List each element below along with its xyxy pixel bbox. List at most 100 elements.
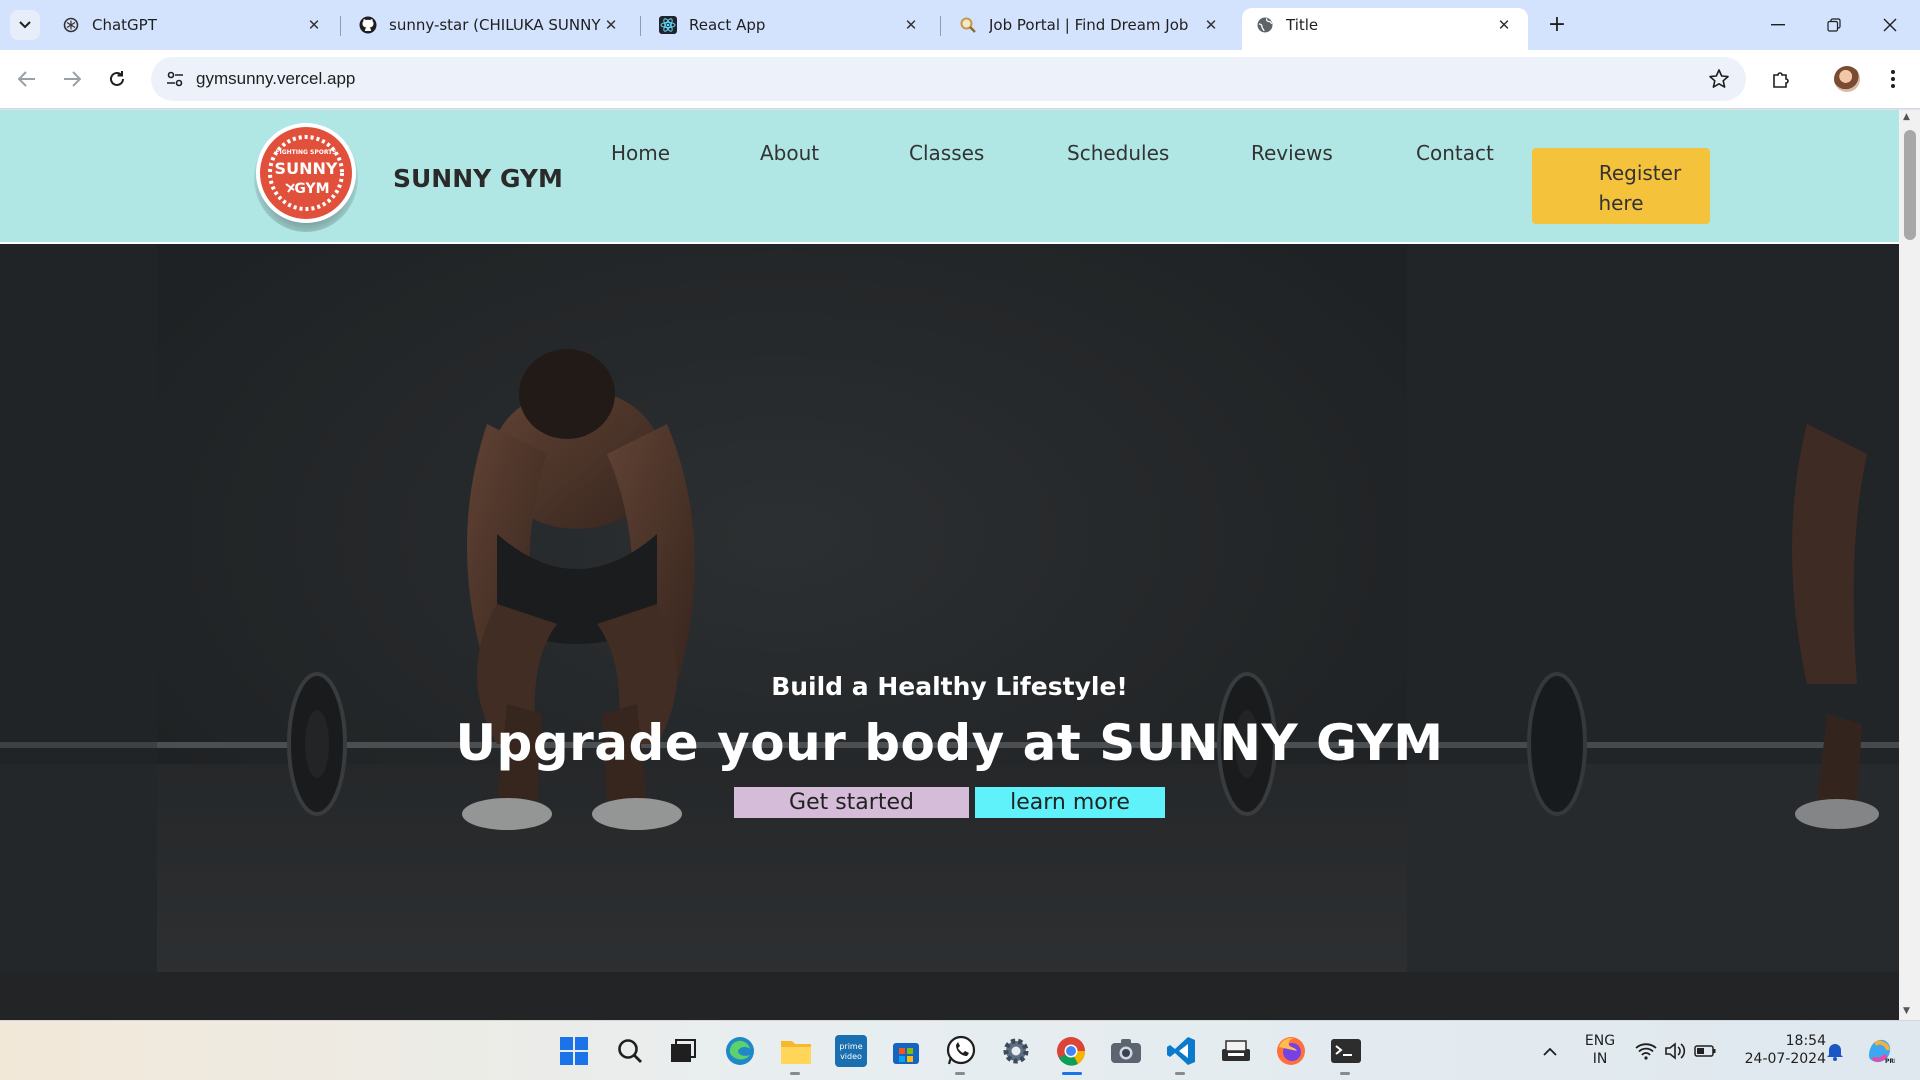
- volume-status[interactable]: [1661, 1033, 1689, 1069]
- taskbar-vscode[interactable]: [1163, 1033, 1199, 1069]
- language-code: ENG: [1584, 1033, 1616, 1049]
- page-scrollbar[interactable]: ▲ ▼: [1899, 110, 1920, 1020]
- hero-title: Upgrade your body at SUNNY GYM: [455, 714, 1444, 772]
- hero-background-image-repeat: [1407, 244, 1899, 972]
- globe-icon: [1256, 16, 1274, 34]
- search-icon: [959, 16, 977, 34]
- taskbar-file-explorer[interactable]: [778, 1033, 814, 1069]
- tab-label: ChatGPT: [92, 16, 157, 34]
- learn-more-button[interactable]: learn more: [975, 787, 1165, 818]
- region-code: IN: [1592, 1051, 1608, 1067]
- taskbar-terminal[interactable]: [1328, 1033, 1364, 1069]
- language-indicator[interactable]: ENG IN: [1576, 1032, 1624, 1068]
- back-button[interactable]: [10, 62, 44, 96]
- nav-classes[interactable]: Classes: [909, 141, 984, 165]
- avatar: [1834, 66, 1860, 92]
- profile-button[interactable]: [1830, 62, 1864, 96]
- network-status[interactable]: [1632, 1033, 1660, 1069]
- nav-schedules[interactable]: Schedules: [1067, 141, 1169, 165]
- drive-app-icon: [1222, 1040, 1250, 1061]
- extensions-button[interactable]: [1764, 62, 1798, 96]
- bell-icon: [1827, 1044, 1843, 1061]
- taskbar-search[interactable]: [612, 1033, 648, 1069]
- address-bar[interactable]: gymsunny.vercel.app: [151, 57, 1746, 101]
- tab-label: React App: [689, 16, 766, 34]
- browser-toolbar: gymsunny.vercel.app: [0, 50, 1920, 109]
- windows-icon: [560, 1037, 588, 1065]
- restore-icon: [1827, 18, 1841, 32]
- taskbar-camera[interactable]: [1108, 1033, 1144, 1069]
- task-view[interactable]: [665, 1033, 701, 1069]
- nav-home[interactable]: Home: [611, 141, 670, 165]
- restore-button[interactable]: [1806, 0, 1862, 50]
- arrow-right-icon: [64, 71, 81, 87]
- tab-title-active[interactable]: Title ✕: [1242, 8, 1528, 50]
- scroll-thumb[interactable]: [1904, 130, 1916, 240]
- taskbar-prime-video[interactable]: prime video: [833, 1033, 869, 1069]
- speaker-icon: [1665, 1042, 1686, 1060]
- prime-video-icon: primevideo: [835, 1035, 867, 1067]
- hero-bottom-band: [0, 972, 1899, 1020]
- nav-contact[interactable]: Contact: [1416, 141, 1494, 165]
- firefox-icon: [1277, 1037, 1305, 1065]
- brand-name: SUNNY GYM: [393, 164, 563, 193]
- page-viewport: FIGHTING SPORTS SUNNY GYM SUNNY GYM Home…: [0, 110, 1899, 1020]
- tab-job-portal[interactable]: Job Portal | Find Dream Job ✕: [945, 8, 1235, 42]
- taskbar-settings[interactable]: [998, 1033, 1034, 1069]
- sunny-gym-logo[interactable]: FIGHTING SPORTS SUNNY GYM: [254, 118, 358, 232]
- tray-overflow-button[interactable]: [1536, 1033, 1564, 1069]
- taskbar-whatsapp[interactable]: [943, 1033, 979, 1069]
- browser-tab-strip: ChatGPT ✕ sunny-star (CHILUKA SUNNY) ✕ R…: [0, 0, 1920, 50]
- reload-button[interactable]: [100, 62, 134, 96]
- hero-section: Build a Healthy Lifestyle! Upgrade your …: [0, 244, 1899, 1020]
- scroll-down-icon[interactable]: ▼: [1903, 1006, 1910, 1016]
- site-settings-icon[interactable]: [165, 69, 185, 89]
- copilot-button[interactable]: PRE: [1862, 1033, 1898, 1069]
- menu-button[interactable]: [1876, 62, 1910, 96]
- register-label-line1: Register: [1598, 161, 1682, 185]
- close-icon[interactable]: ✕: [1201, 16, 1221, 34]
- svg-text:video: video: [840, 1052, 862, 1061]
- battery-status[interactable]: [1691, 1033, 1719, 1069]
- clock[interactable]: 18:54 24-07-2024: [1738, 1032, 1826, 1068]
- minimize-button[interactable]: [1750, 0, 1806, 50]
- register-button[interactable]: Register here: [1532, 148, 1710, 224]
- taskbar-chrome[interactable]: [1053, 1033, 1089, 1069]
- camera-icon: [1111, 1039, 1141, 1063]
- tab-label: Title: [1286, 16, 1319, 34]
- start-button[interactable]: [556, 1033, 592, 1069]
- running-indicator: [955, 1072, 965, 1075]
- scroll-up-icon[interactable]: ▲: [1903, 112, 1910, 122]
- more-vert-icon: [1891, 70, 1895, 88]
- get-started-button[interactable]: Get started: [734, 787, 969, 818]
- tab-search-button[interactable]: [10, 10, 40, 40]
- running-indicator: [790, 1072, 800, 1075]
- notifications-button[interactable]: [1820, 1033, 1850, 1069]
- close-icon[interactable]: ✕: [304, 16, 324, 34]
- forward-button[interactable]: [55, 62, 89, 96]
- running-indicator: [1175, 1072, 1185, 1075]
- close-icon[interactable]: ✕: [601, 16, 621, 34]
- nav-about[interactable]: About: [760, 141, 819, 165]
- taskbar-firefox[interactable]: [1273, 1033, 1309, 1069]
- close-icon[interactable]: ✕: [901, 16, 921, 34]
- taskbar-app-drive[interactable]: [1218, 1033, 1254, 1069]
- close-window-button[interactable]: [1862, 0, 1918, 50]
- gear-icon: [1003, 1038, 1029, 1064]
- close-icon[interactable]: ✕: [1494, 16, 1514, 34]
- new-tab-button[interactable]: +: [1544, 12, 1570, 38]
- tab-chatgpt[interactable]: ChatGPT ✕: [48, 8, 338, 42]
- tab-github[interactable]: sunny-star (CHILUKA SUNNY) ✕: [345, 8, 635, 42]
- tab-separator: [640, 16, 641, 36]
- taskbar-store[interactable]: [888, 1033, 924, 1069]
- tab-label: Job Portal | Find Dream Job: [989, 16, 1189, 34]
- nav-reviews[interactable]: Reviews: [1251, 141, 1333, 165]
- url-text[interactable]: gymsunny.vercel.app: [196, 69, 355, 89]
- battery-icon: [1694, 1045, 1716, 1057]
- taskbar-edge[interactable]: [722, 1033, 758, 1069]
- svg-text:prime: prime: [839, 1042, 862, 1051]
- react-icon: [659, 16, 677, 34]
- tab-react-app[interactable]: React App ✕: [645, 8, 935, 42]
- github-icon: [359, 16, 377, 34]
- bookmark-star-icon[interactable]: [1708, 68, 1730, 90]
